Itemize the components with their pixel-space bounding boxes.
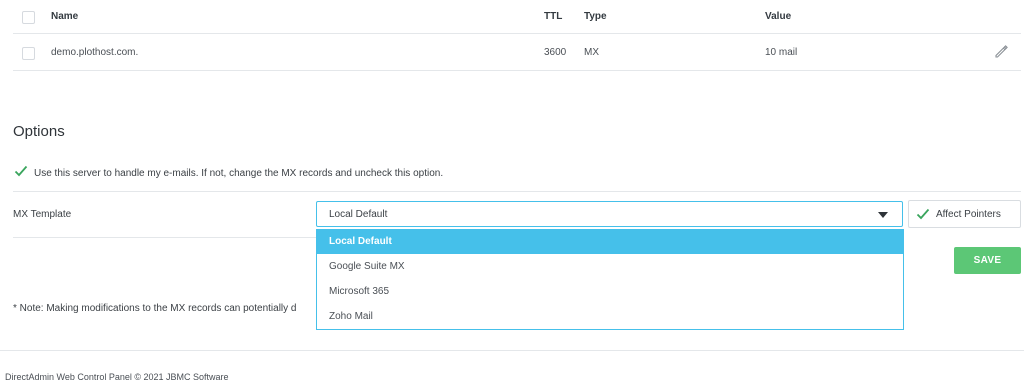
mx-note: * Note: Making modifications to the MX r… — [13, 303, 297, 314]
dropdown-option-microsoft-365[interactable]: Microsoft 365 — [317, 279, 903, 304]
record-value: 10 mail — [765, 47, 798, 58]
mx-template-select[interactable]: Local Default — [316, 201, 903, 227]
record-type: MX — [584, 47, 599, 58]
divider — [0, 350, 1024, 351]
col-header-value[interactable]: Value — [765, 11, 791, 22]
select-all-checkbox[interactable] — [22, 11, 35, 24]
col-header-ttl[interactable]: TTL — [544, 11, 562, 22]
pencil-icon[interactable] — [993, 43, 1010, 63]
mx-template-value: Local Default — [329, 209, 388, 220]
row-checkbox[interactable] — [22, 47, 35, 60]
affect-pointers-toggle[interactable]: Affect Pointers — [908, 200, 1021, 228]
divider — [13, 237, 316, 238]
divider — [13, 191, 1021, 192]
caret-down-icon[interactable] — [878, 212, 888, 218]
divider — [13, 33, 1021, 34]
checkmark-icon[interactable] — [14, 164, 28, 181]
col-header-name[interactable]: Name — [51, 11, 78, 22]
record-ttl: 3600 — [544, 47, 567, 58]
save-button[interactable]: SAVE — [954, 247, 1021, 274]
options-title: Options — [13, 123, 65, 140]
dropdown-option-local-default[interactable]: Local Default — [317, 229, 903, 254]
record-name: demo.plothost.com. — [51, 47, 139, 58]
col-header-type[interactable]: Type — [584, 11, 607, 22]
footer-text: DirectAdmin Web Control Panel © 2021 JBM… — [5, 372, 229, 382]
mx-template-label: MX Template — [13, 209, 72, 220]
mx-template-dropdown: Local Default Google Suite MX Microsoft … — [316, 229, 904, 330]
dropdown-option-zoho-mail[interactable]: Zoho Mail — [317, 304, 903, 329]
checkmark-icon — [916, 207, 930, 224]
divider — [13, 70, 1021, 71]
affect-pointers-label: Affect Pointers — [936, 209, 1001, 220]
use-server-label[interactable]: Use this server to handle my e-mails. If… — [34, 168, 443, 179]
dropdown-option-google-suite-mx[interactable]: Google Suite MX — [317, 254, 903, 279]
